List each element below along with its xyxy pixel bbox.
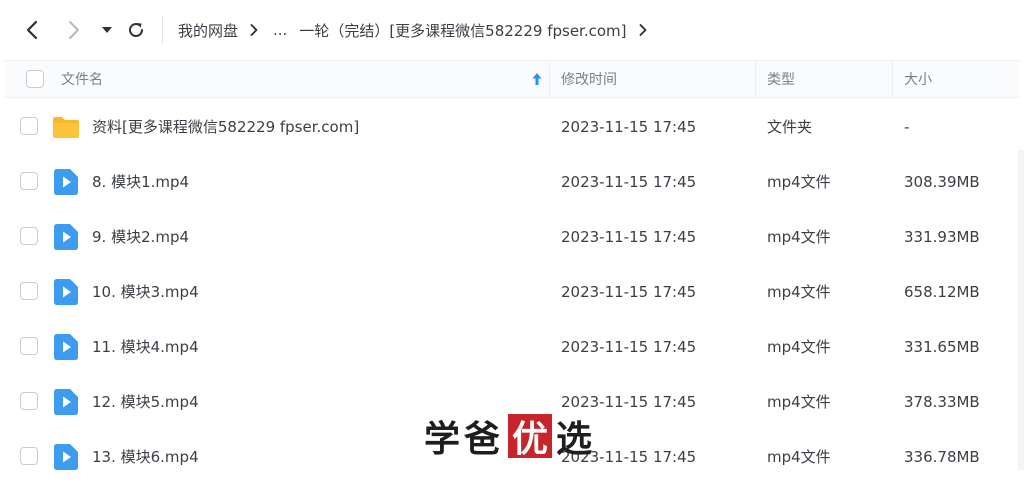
file-row-folder[interactable]: 资料[更多课程微信582229 fpser.com] 2023-11-15 17… (4, 99, 1020, 154)
column-divider[interactable] (549, 61, 550, 97)
file-name[interactable]: 11. 模块4.mp4 (92, 319, 199, 374)
column-divider[interactable] (892, 61, 893, 97)
breadcrumb-current[interactable]: 一轮（完结）[更多课程微信582229 fpser.com] (299, 20, 626, 41)
file-name[interactable]: 8. 模块1.mp4 (92, 154, 189, 209)
select-all-checkbox-cell (26, 61, 44, 97)
file-type: mp4文件 (767, 338, 831, 356)
file-name[interactable]: 9. 模块2.mp4 (92, 209, 189, 264)
row-checkbox[interactable] (20, 447, 38, 465)
file-row[interactable]: 9. 模块2.mp4 2023-11-15 17:45 mp4文件 331.93… (4, 209, 1020, 264)
file-modified: 2023-11-15 17:45 (561, 227, 697, 246)
watermark-text: 学爸 (424, 418, 505, 460)
video-file-icon (52, 168, 80, 196)
file-size: 308.39MB (904, 172, 980, 191)
file-modified: 2023-11-15 17:45 (561, 337, 697, 356)
chevron-right-icon (69, 21, 79, 39)
file-name[interactable]: 12. 模块5.mp4 (92, 374, 199, 429)
file-type: mp4文件 (767, 283, 831, 301)
row-checkbox[interactable] (20, 117, 38, 135)
video-file-icon (52, 278, 80, 306)
file-name[interactable]: 资料[更多课程微信582229 fpser.com] (92, 99, 359, 154)
toolbar-divider (162, 16, 163, 44)
breadcrumb-root[interactable]: 我的网盘 (178, 20, 238, 41)
watermark: 学爸优选 (424, 412, 596, 460)
folder-icon (52, 113, 80, 141)
refresh-button[interactable] (124, 18, 148, 42)
row-checkbox[interactable] (20, 392, 38, 410)
row-checkbox[interactable] (20, 227, 38, 245)
select-all-checkbox[interactable] (26, 70, 44, 88)
file-type: mp4文件 (767, 393, 831, 411)
file-size: 336.78MB (904, 447, 980, 466)
file-size: - (904, 117, 910, 136)
video-file-icon (52, 443, 80, 471)
file-modified: 2023-11-15 17:45 (561, 172, 697, 191)
breadcrumb-chevron-icon (639, 23, 649, 37)
video-file-icon (52, 333, 80, 361)
toolbar: 我的网盘 ... 一轮（完结）[更多课程微信582229 fpser.com] (0, 0, 1024, 60)
breadcrumb-chevron-icon (250, 23, 260, 37)
history-dropdown-button[interactable] (98, 20, 116, 40)
file-type: 文件夹 (767, 118, 813, 136)
file-modified: 2023-11-15 17:45 (561, 117, 697, 136)
watermark-highlight: 优 (508, 414, 553, 460)
back-button[interactable] (20, 18, 44, 42)
file-row[interactable]: 10. 模块3.mp4 2023-11-15 17:45 mp4文件 658.1… (4, 264, 1020, 319)
file-modified: 2023-11-15 17:45 (561, 282, 697, 301)
file-size: 331.65MB (904, 337, 980, 356)
chevron-left-icon (26, 20, 38, 40)
row-checkbox[interactable] (20, 172, 38, 190)
file-row[interactable]: 11. 模块4.mp4 2023-11-15 17:45 mp4文件 331.6… (4, 319, 1020, 374)
column-header-size[interactable]: 大小 (904, 61, 932, 97)
video-file-icon (52, 223, 80, 251)
caret-down-icon (102, 27, 112, 33)
video-file-icon (52, 388, 80, 416)
file-name[interactable]: 13. 模块6.mp4 (92, 429, 199, 484)
forward-button[interactable] (62, 18, 86, 42)
file-name[interactable]: 10. 模块3.mp4 (92, 264, 199, 319)
file-type: mp4文件 (767, 448, 831, 466)
watermark-text: 选 (556, 418, 597, 460)
refresh-icon (129, 23, 143, 37)
breadcrumb-ellipsis[interactable]: ... (273, 21, 287, 39)
column-header-modified[interactable]: 修改时间 (561, 61, 617, 97)
scrollbar[interactable] (1018, 150, 1024, 470)
file-type: mp4文件 (767, 173, 831, 191)
row-checkbox[interactable] (20, 337, 38, 355)
column-header-name[interactable]: 文件名 (61, 61, 103, 97)
file-size: 378.33MB (904, 392, 980, 411)
file-type: mp4文件 (767, 228, 831, 246)
sort-ascending-icon[interactable] (531, 71, 543, 87)
column-header-type[interactable]: 类型 (767, 61, 795, 97)
breadcrumb: 我的网盘 ... 一轮（完结）[更多课程微信582229 fpser.com] (178, 0, 662, 60)
file-row[interactable]: 8. 模块1.mp4 2023-11-15 17:45 mp4文件 308.39… (4, 154, 1020, 209)
file-size: 658.12MB (904, 282, 980, 301)
file-list-header: 文件名 修改时间 类型 大小 (4, 60, 1020, 98)
file-size: 331.93MB (904, 227, 980, 246)
column-divider[interactable] (755, 61, 756, 97)
row-checkbox[interactable] (20, 282, 38, 300)
